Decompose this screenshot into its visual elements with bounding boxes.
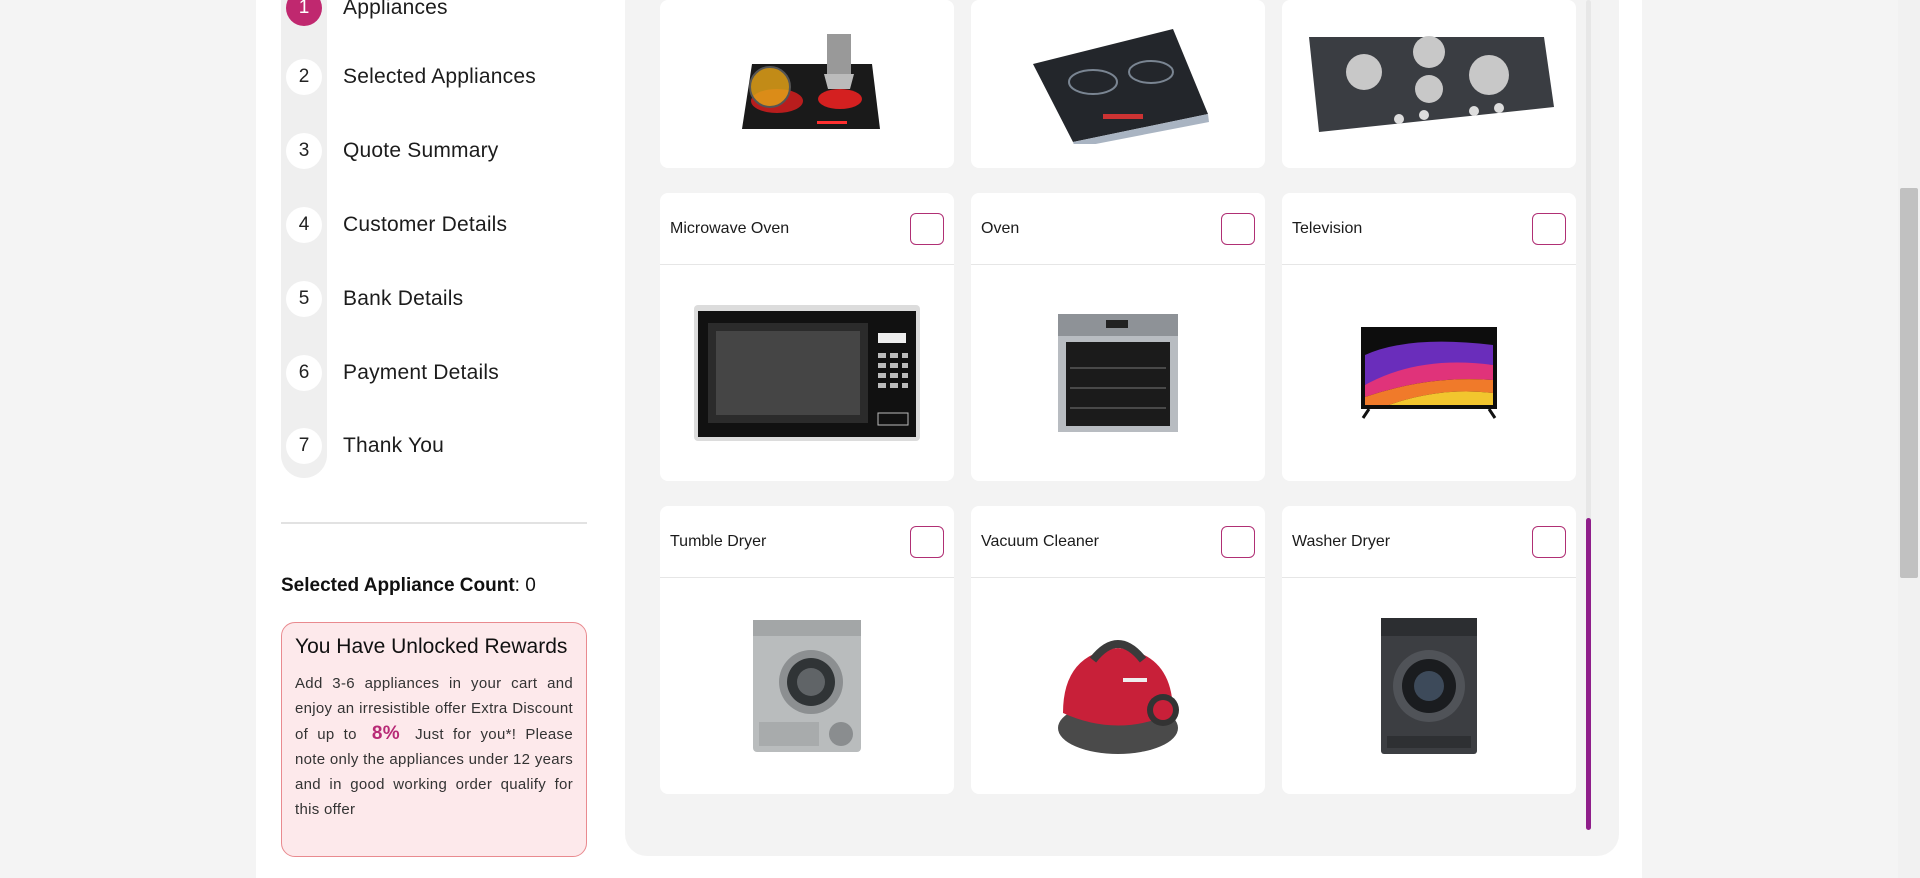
appliance-card-induction-hob[interactable] [971, 0, 1265, 168]
step-number: 5 [286, 281, 322, 317]
step-number: 3 [286, 133, 322, 169]
select-checkbox[interactable] [1221, 212, 1255, 245]
step-label: Customer Details [343, 213, 508, 236]
select-checkbox[interactable] [1532, 212, 1566, 245]
select-checkbox[interactable] [910, 212, 944, 245]
appliance-card-washer-dryer[interactable]: Washer Dryer [1282, 506, 1576, 794]
appliance-card-gas-hob[interactable] [1282, 0, 1576, 168]
rewards-title: You Have Unlocked Rewards [295, 635, 568, 658]
microwave-icon [694, 304, 920, 441]
card-title: Oven [981, 219, 1020, 237]
oven-icon [1058, 313, 1178, 432]
television-icon [1361, 327, 1497, 419]
step-selected-appliances[interactable]: 2 Selected Appliances [281, 47, 681, 107]
step-label: Bank Details [343, 287, 464, 310]
window-scrollbar-thumb[interactable] [1900, 188, 1918, 578]
rewards-text: Add 3-6 appliances in your cart and enjo… [295, 671, 573, 822]
appliance-card-ceramic-hob[interactable] [660, 0, 954, 168]
step-label: Thank You [343, 434, 445, 457]
step-label: Selected Appliances [343, 65, 536, 88]
gas-hob-icon [1309, 35, 1554, 132]
washer-dryer-icon [1381, 617, 1477, 754]
step-label: Payment Details [343, 361, 499, 384]
step-number: 1 [286, 0, 322, 26]
tumble-dryer-icon [753, 619, 861, 752]
count-label: Selected Appliance Count [281, 575, 515, 596]
step-label: Quote Summary [343, 139, 499, 162]
grid-scrollbar-thumb[interactable] [1586, 518, 1591, 830]
step-label: Appliances [343, 0, 448, 19]
vacuum-cleaner-icon [1058, 639, 1179, 754]
step-number: 2 [286, 59, 322, 95]
card-title: Washer Dryer [1292, 532, 1391, 550]
select-checkbox[interactable] [1221, 525, 1255, 558]
step-thank-you[interactable]: 7 Thank You [281, 416, 681, 476]
count-value: : 0 [514, 575, 536, 596]
step-bank-details[interactable]: 5 Bank Details [281, 269, 681, 329]
step-number: 6 [286, 355, 322, 391]
appliance-card-oven[interactable]: Oven [971, 193, 1265, 481]
induction-hob-icon [1033, 29, 1209, 144]
select-checkbox[interactable] [1532, 525, 1566, 558]
step-payment-details[interactable]: 6 Payment Details [281, 343, 681, 403]
step-appliances[interactable]: 1 Appliances [281, 0, 681, 38]
step-quote-summary[interactable]: 3 Quote Summary [281, 121, 681, 181]
card-title: Television [1292, 219, 1363, 237]
rewards-percent: 8% [371, 723, 400, 744]
sidebar-divider [281, 522, 587, 524]
card-title: Microwave Oven [670, 219, 790, 237]
card-title: Vacuum Cleaner [981, 532, 1099, 550]
step-customer-details[interactable]: 4 Customer Details [281, 195, 681, 255]
appliance-card-microwave-oven[interactable]: Microwave Oven [660, 193, 954, 481]
select-checkbox[interactable] [910, 525, 944, 558]
step-number: 4 [286, 207, 322, 243]
rewards-box: You Have Unlocked Rewards Add 3-6 applia… [281, 622, 587, 857]
card-title: Tumble Dryer [670, 532, 767, 550]
ceramic-hob-icon [742, 34, 880, 129]
step-number: 7 [286, 428, 322, 464]
appliance-card-vacuum-cleaner[interactable]: Vacuum Cleaner [971, 506, 1265, 794]
selected-appliance-count: Selected Appliance Count: 0 [281, 575, 536, 597]
appliance-card-television[interactable]: Television [1282, 193, 1576, 481]
appliance-card-tumble-dryer[interactable]: Tumble Dryer [660, 506, 954, 794]
